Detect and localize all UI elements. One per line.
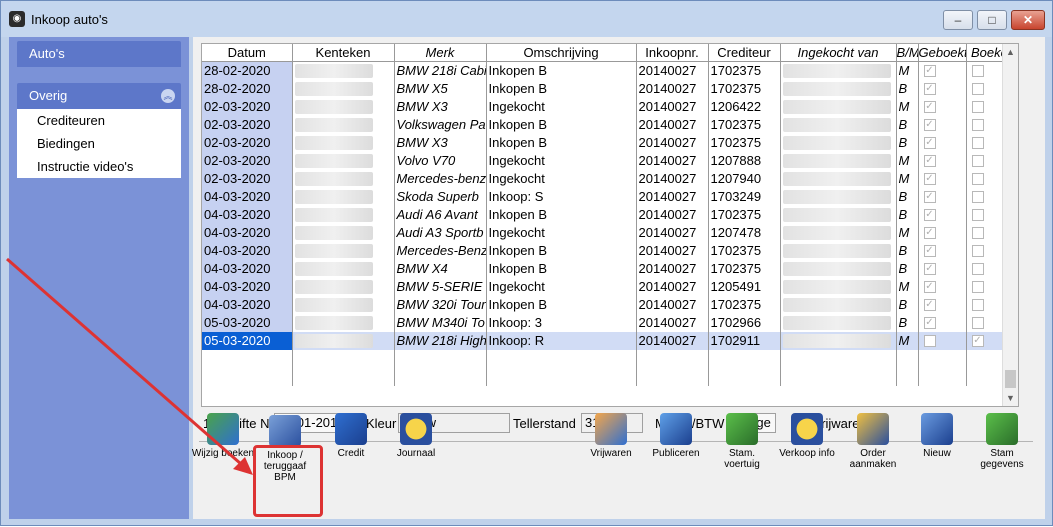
annotation-arrow: [6, 257, 253, 475]
app-window: ◉ Inkoop auto's ‒ □ ✕ Auto's Overig ︽ Cr…: [0, 0, 1053, 526]
arrow-line: [6, 257, 250, 473]
